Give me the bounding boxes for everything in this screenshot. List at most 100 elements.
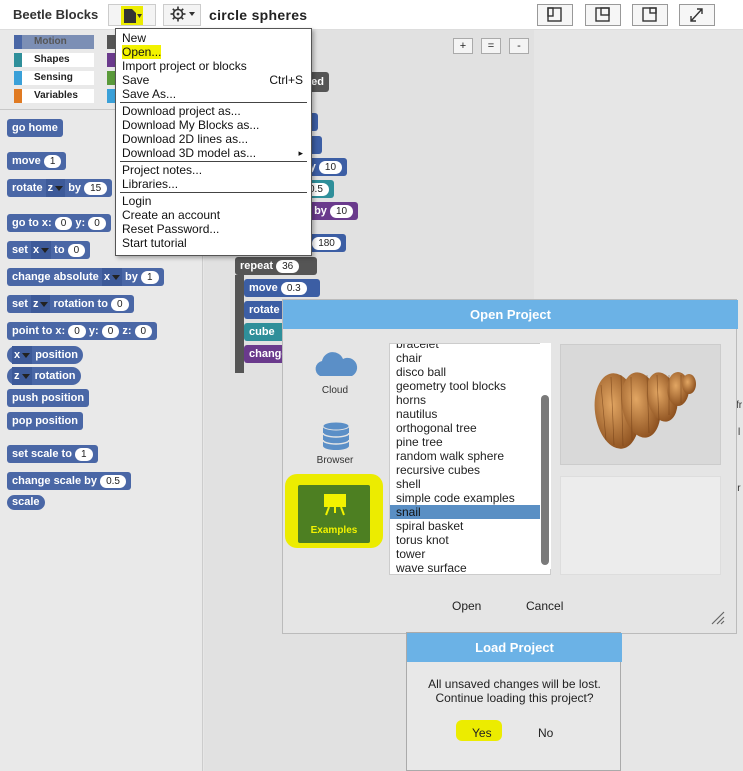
source-cloud-label: Cloud <box>321 385 349 396</box>
move-block[interactable]: move 0.3 <box>244 279 320 297</box>
project-list-item[interactable]: torus knot <box>390 533 550 547</box>
menu-item-import[interactable]: Import project or blocks <box>116 59 311 73</box>
move-block[interactable]: move 1 <box>7 152 67 170</box>
menu-item-new[interactable]: New <box>116 31 311 45</box>
source-examples[interactable]: Examples <box>298 485 370 543</box>
gear-icon <box>170 6 195 22</box>
menu-item-open[interactable]: Open... <box>116 45 311 59</box>
normal-view-button[interactable] <box>537 4 573 26</box>
change-scale-block[interactable]: change scale by 0.5 <box>7 472 131 490</box>
project-list-item[interactable]: horns <box>390 393 550 407</box>
file-menu-button[interactable] <box>108 4 156 26</box>
file-icon <box>124 9 142 23</box>
small-stage-icon <box>642 7 657 22</box>
project-thumbnail <box>560 344 721 465</box>
menu-item-project-notes[interactable]: Project notes... <box>116 163 311 177</box>
source-browser[interactable] <box>320 420 352 452</box>
set-block[interactable]: set x to 0 <box>7 241 91 259</box>
cancel-button[interactable]: Cancel <box>526 599 563 613</box>
zoom-out-button[interactable]: - <box>509 38 529 54</box>
scale-reporter[interactable]: scale <box>7 495 45 510</box>
settings-button[interactable] <box>163 4 201 26</box>
zoom-reset-button[interactable]: = <box>481 38 501 54</box>
dialog-message: All unsaved changes will be lost. Contin… <box>428 677 601 705</box>
project-list-item[interactable]: simple code examples <box>390 491 550 505</box>
snail-shell-image <box>594 372 696 449</box>
normal-view-icon <box>547 7 562 22</box>
menu-item-libraries[interactable]: Libraries... <box>116 177 311 191</box>
submenu-arrow-icon: ▸ <box>298 148 303 158</box>
project-name: circle spheres <box>209 7 308 23</box>
project-list-item[interactable]: chair <box>390 351 550 365</box>
menu-item-login[interactable]: Login <box>116 194 311 208</box>
project-list-item[interactable]: wave surface <box>390 561 550 574</box>
menu-item-download-project[interactable]: Download project as... <box>116 104 311 118</box>
project-list-item[interactable]: random walk sphere <box>390 449 550 463</box>
go-home-block[interactable]: go home <box>7 119 63 137</box>
category-shapes[interactable]: Shapes <box>14 53 94 67</box>
stage-peek-text: l <box>738 427 741 438</box>
project-list-item[interactable]: disco ball <box>390 365 550 379</box>
menu-item-save-as[interactable]: Save As... <box>116 87 311 101</box>
stage-view-icon <box>595 7 610 22</box>
menu-item-save[interactable]: Save Ctrl+S <box>116 73 311 87</box>
project-list-item[interactable]: pine tree <box>390 435 550 449</box>
stage-area <box>534 30 743 300</box>
yes-button[interactable]: Yes <box>472 726 492 740</box>
category-motion[interactable]: Motion <box>14 35 94 49</box>
project-list-item[interactable]: geometry tool blocks <box>390 379 550 393</box>
set-rotation-block[interactable]: set z rotation to 0 <box>7 295 134 313</box>
project-list-item[interactable]: spiral basket <box>390 519 550 533</box>
database-icon <box>322 421 350 450</box>
no-button[interactable]: No <box>538 726 553 740</box>
menu-item-download-2d[interactable]: Download 2D lines as... <box>116 132 311 146</box>
goto-block[interactable]: go to x: 0 y: 0 <box>7 214 111 232</box>
project-list-item[interactable]: nautilus <box>390 407 550 421</box>
project-list-item[interactable]: shell <box>390 477 550 491</box>
push-position-block[interactable]: push position <box>7 389 90 407</box>
save-shortcut: Ctrl+S <box>269 73 303 87</box>
easel-icon <box>324 494 346 516</box>
project-list-item[interactable]: recursive cubes <box>390 463 550 477</box>
project-list-item[interactable]: bracelet <box>390 344 550 351</box>
project-list-item[interactable]: snail <box>390 505 550 519</box>
menu-separator <box>120 102 307 103</box>
small-stage-button[interactable] <box>632 4 668 26</box>
project-notes <box>560 476 721 575</box>
app-title: Beetle Blocks <box>13 7 99 22</box>
change-absolute-block[interactable]: change absolute x by 1 <box>7 268 164 286</box>
source-browser-label: Browser <box>316 455 354 466</box>
cloud-icon <box>315 352 358 376</box>
point-to-block[interactable]: point to x: 0 y: 0 z: 0 <box>7 322 158 340</box>
repeat-block[interactable]: repeat 36 <box>235 257 317 275</box>
menu-item-create-account[interactable]: Create an account <box>116 208 311 222</box>
category-sensing[interactable]: Sensing <box>14 71 94 85</box>
rotation-reporter[interactable]: z rotation <box>7 367 81 385</box>
stage-view-button[interactable] <box>585 4 621 26</box>
menu-item-reset-password[interactable]: Reset Password... <box>116 222 311 236</box>
category-variables[interactable]: Variables <box>14 89 94 103</box>
menu-separator <box>120 192 307 193</box>
source-examples-label: Examples <box>310 525 358 536</box>
dialog-title: Load Project <box>407 633 622 662</box>
set-scale-block[interactable]: set scale to 1 <box>7 445 98 463</box>
menu-item-download-3d[interactable]: Download 3D model as... ▸ <box>116 146 311 160</box>
project-list[interactable]: bracelet chair disco ball geometry tool blo… <box>389 343 551 575</box>
resize-handle-icon[interactable] <box>710 610 726 626</box>
load-project-dialog: Load Project All unsaved changes will be… <box>406 632 622 771</box>
project-list-item[interactable]: tower <box>390 547 550 561</box>
menu-separator <box>120 161 307 162</box>
fullscreen-button[interactable] <box>679 4 715 26</box>
fullscreen-icon <box>690 8 703 22</box>
dialog-title: Open Project <box>283 300 738 329</box>
open-button[interactable]: Open <box>452 599 481 613</box>
project-list-item[interactable]: orthogonal tree <box>390 421 550 435</box>
pop-position-block[interactable]: pop position <box>7 412 83 430</box>
file-menu: New Open... Import project or blocks Sav… <box>115 28 312 256</box>
rotate-block[interactable]: rotate z by 15 <box>7 179 113 197</box>
position-reporter[interactable]: x position <box>7 346 83 364</box>
scrollbar-thumb[interactable] <box>541 395 549 565</box>
menu-item-download-blocks[interactable]: Download My Blocks as... <box>116 118 311 132</box>
zoom-in-button[interactable]: + <box>453 38 473 54</box>
menu-item-start-tutorial[interactable]: Start tutorial <box>116 236 311 250</box>
